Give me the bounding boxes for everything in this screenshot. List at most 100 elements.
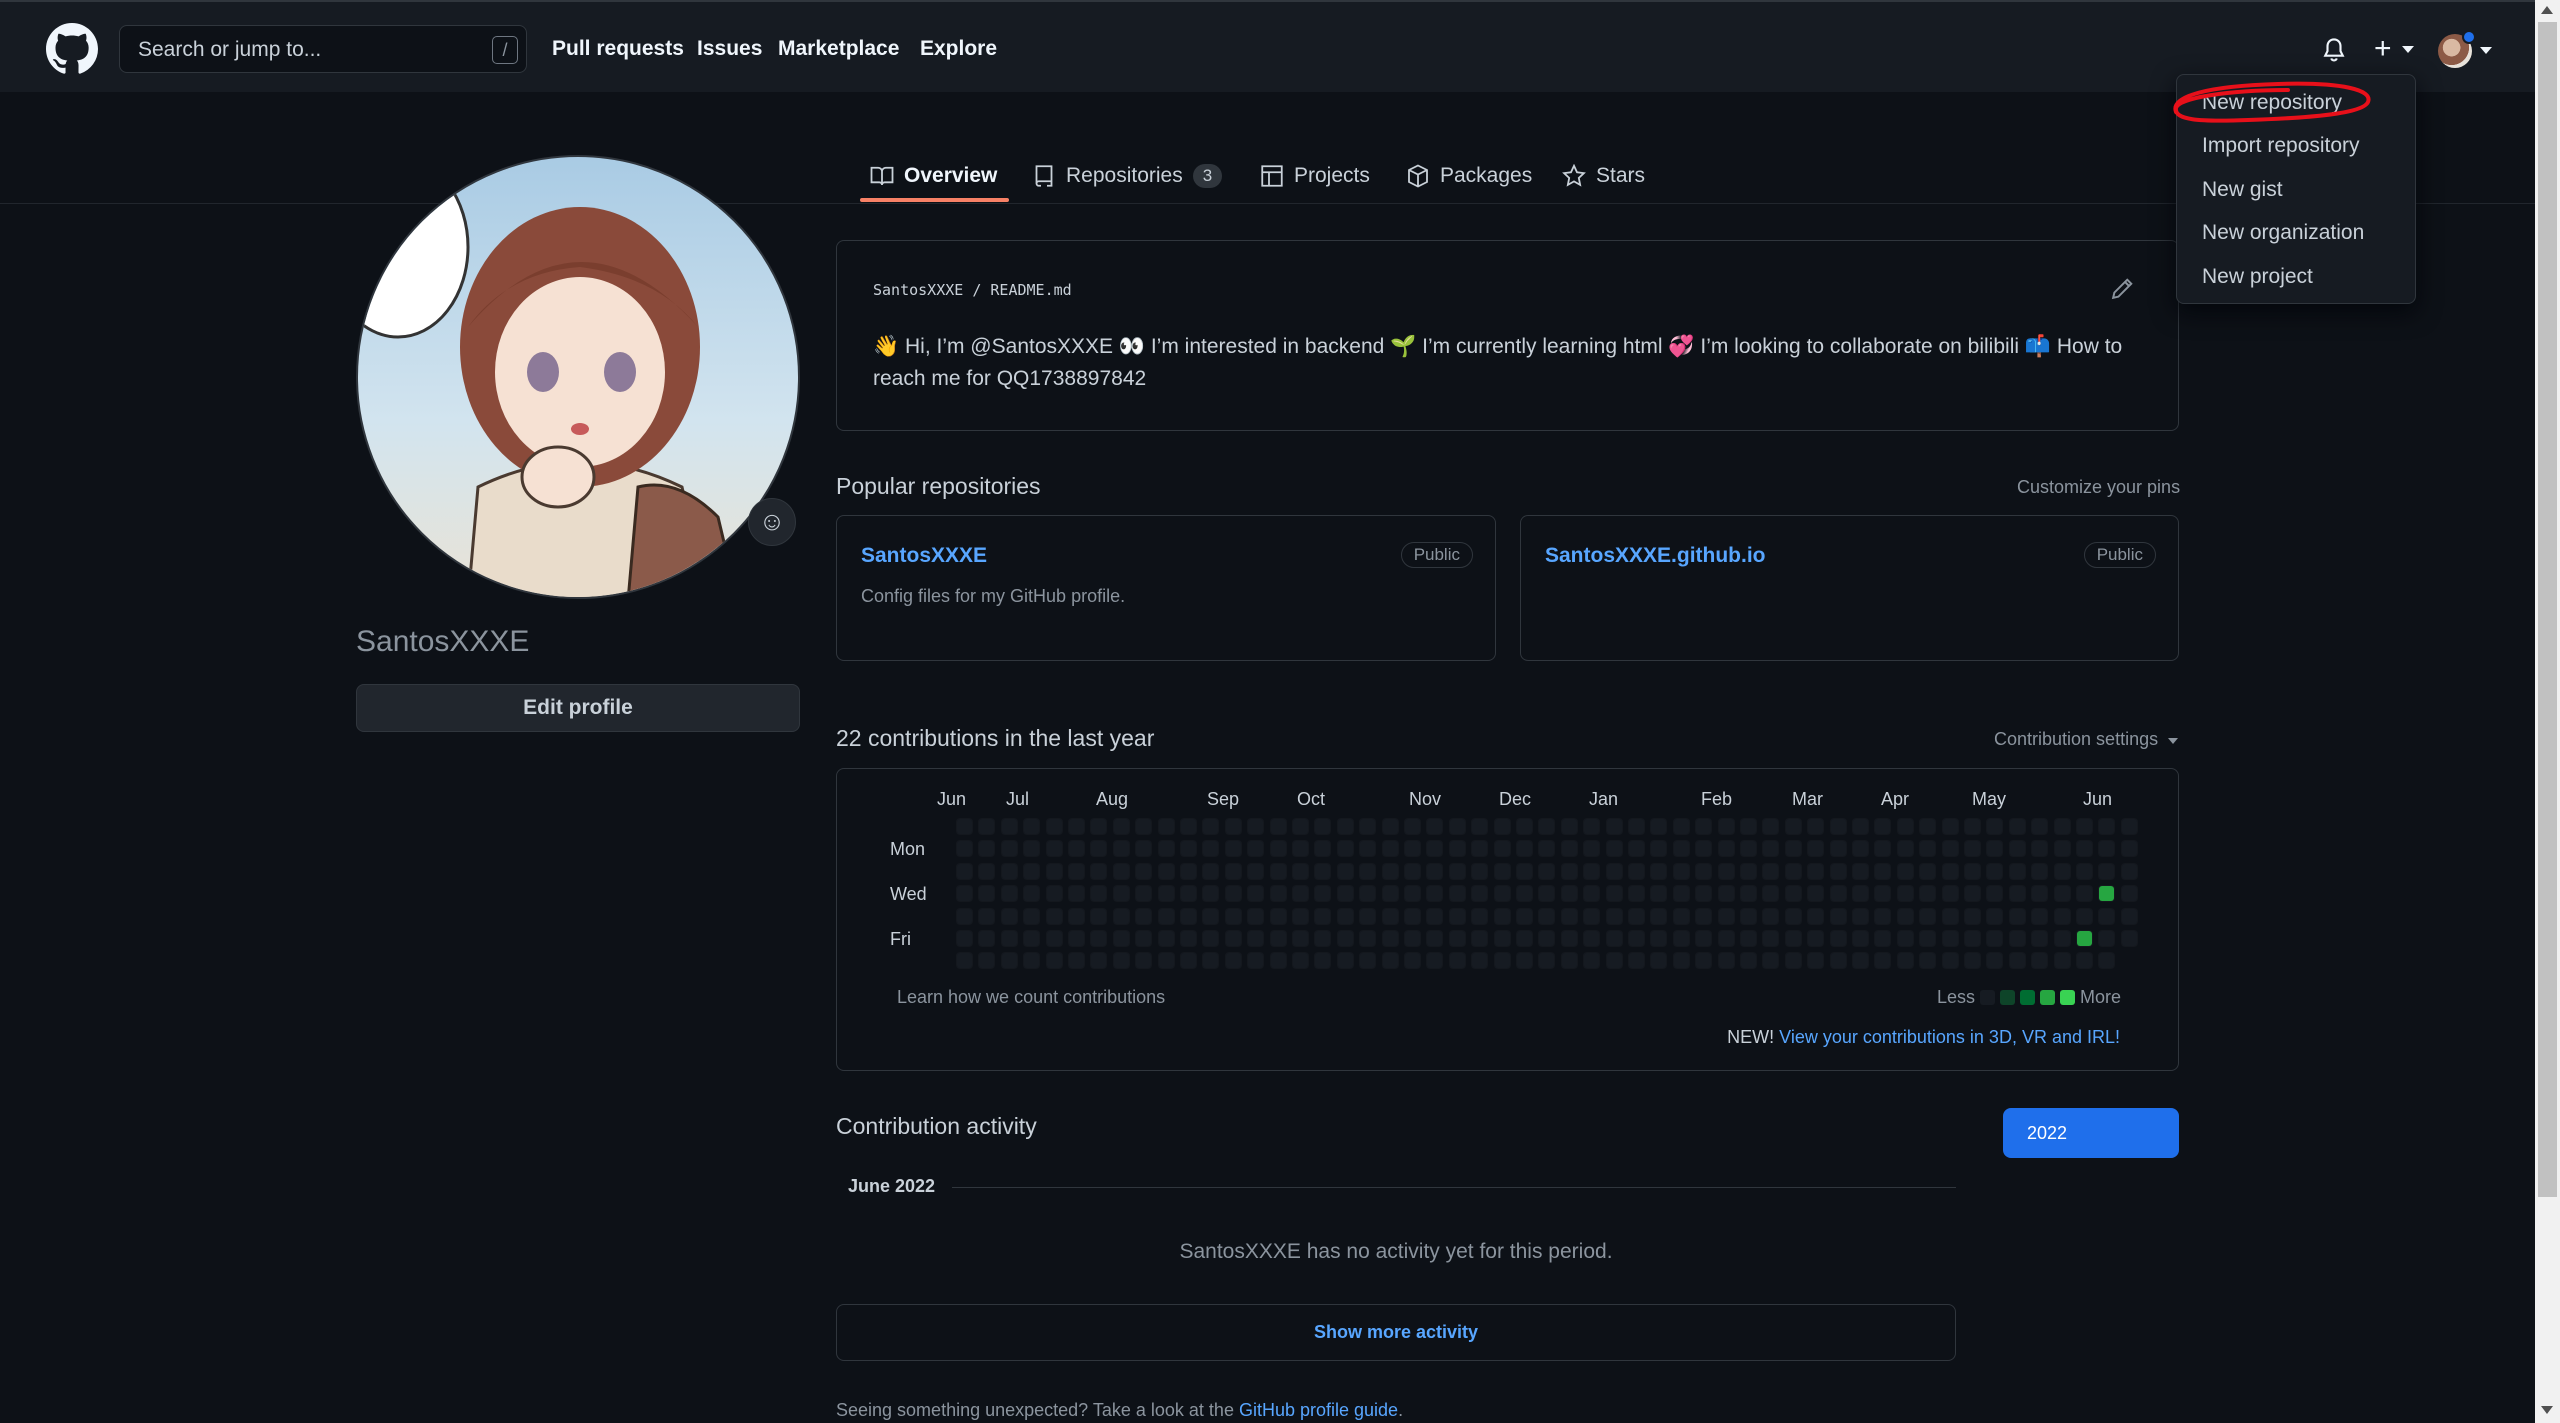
contribution-day-cell[interactable]	[1920, 953, 1936, 969]
contribution-day-cell[interactable]	[1494, 953, 1510, 969]
contribution-day-cell[interactable]	[2032, 886, 2048, 902]
contribution-day-cell[interactable]	[1293, 953, 1308, 969]
contribution-day-cell[interactable]	[1808, 953, 1824, 969]
contribution-day-cell[interactable]	[1069, 908, 1084, 924]
contribution-day-cell[interactable]	[1472, 908, 1488, 924]
contribution-day-cell[interactable]	[1965, 863, 1980, 879]
contribution-day-cell[interactable]	[1024, 819, 1040, 834]
contribution-day-cell[interactable]	[1248, 953, 1264, 969]
contribution-day-cell[interactable]	[1046, 908, 1062, 924]
contribution-day-cell[interactable]	[1517, 886, 1532, 902]
contribution-day-cell[interactable]	[1606, 931, 1622, 946]
contribution-day-cell[interactable]	[1584, 931, 1600, 946]
contribution-day-cell[interactable]	[1427, 841, 1443, 857]
contribution-day-cell[interactable]	[1785, 819, 1801, 834]
contribution-day-cell[interactable]	[1293, 886, 1308, 902]
contribution-day-cell[interactable]	[957, 886, 972, 902]
contribution-day-cell[interactable]	[1293, 863, 1308, 879]
contribution-day-cell[interactable]	[1808, 931, 1824, 946]
contribution-day-cell[interactable]	[1427, 931, 1443, 946]
contribution-day-cell[interactable]	[1584, 908, 1600, 924]
contribution-day-cell[interactable]	[1942, 863, 1958, 879]
contribution-day-cell[interactable]	[1517, 841, 1532, 857]
contribution-day-cell[interactable]	[1405, 819, 1420, 834]
contribution-day-cell[interactable]	[1315, 819, 1331, 834]
show-more-activity-button[interactable]: Show more activity	[836, 1304, 1956, 1361]
contribution-day-cell[interactable]	[2099, 863, 2115, 879]
contribution-day-cell[interactable]	[1270, 863, 1286, 879]
contribution-day-cell[interactable]	[1046, 863, 1062, 879]
contribution-day-cell[interactable]	[1517, 953, 1532, 969]
contribution-day-cell[interactable]	[1360, 841, 1376, 857]
contribution-day-cell[interactable]	[1696, 819, 1712, 834]
contribution-day-cell[interactable]	[1158, 819, 1174, 834]
contribution-day-cell[interactable]	[1158, 841, 1174, 857]
contribution-day-cell[interactable]	[1091, 886, 1107, 902]
contribution-day-cell[interactable]	[957, 931, 972, 946]
contribution-day-cell[interactable]	[1718, 841, 1734, 857]
contribution-day-cell[interactable]	[1651, 863, 1667, 879]
contribution-day-cell[interactable]	[2077, 819, 2092, 834]
contribution-day-cell[interactable]	[2009, 908, 2025, 924]
contribution-day-cell[interactable]	[1651, 819, 1667, 834]
contribution-day-cell[interactable]	[1987, 953, 2003, 969]
contribution-day-cell[interactable]	[1001, 819, 1017, 834]
nav-pull-requests[interactable]: Pull requests	[552, 37, 684, 61]
contribution-day-cell[interactable]	[1808, 819, 1824, 834]
contribution-day-cell[interactable]	[1741, 863, 1756, 879]
contribution-day-cell[interactable]	[1987, 841, 2003, 857]
contribution-day-cell[interactable]	[1405, 886, 1420, 902]
contribution-day-cell[interactable]	[1584, 841, 1600, 857]
contribution-day-cell[interactable]	[1830, 863, 1846, 879]
contribution-day-cell[interactable]	[1248, 819, 1264, 834]
contribution-day-cell[interactable]	[957, 863, 972, 879]
contribution-day-cell[interactable]	[1091, 931, 1107, 946]
contribution-day-cell[interactable]	[1718, 908, 1734, 924]
contribution-day-cell[interactable]	[1136, 819, 1152, 834]
contribution-day-cell[interactable]	[1673, 908, 1689, 924]
contribution-day-cell[interactable]	[957, 953, 972, 969]
contribution-day-cell[interactable]	[1965, 908, 1980, 924]
contribution-day-cell[interactable]	[1606, 886, 1622, 902]
contribution-day-cell[interactable]	[1427, 908, 1443, 924]
contribution-day-cell[interactable]	[1494, 841, 1510, 857]
contribution-day-cell[interactable]	[1113, 819, 1129, 834]
contribution-day-cell[interactable]	[1181, 953, 1196, 969]
contribution-day-cell[interactable]	[1024, 908, 1040, 924]
contribution-settings-dropdown[interactable]: Contribution settings	[1994, 729, 2158, 750]
contribution-day-cell[interactable]	[979, 863, 995, 879]
contribution-day-cell[interactable]	[1584, 819, 1600, 834]
contribution-day-cell[interactable]	[1136, 931, 1152, 946]
contribution-day-cell[interactable]	[1001, 886, 1017, 902]
contribution-day-cell[interactable]	[1472, 953, 1488, 969]
menu-item-import-repository[interactable]: Import repository	[2202, 134, 2360, 158]
contribution-day-cell[interactable]	[1494, 908, 1510, 924]
contribution-day-cell[interactable]	[1203, 819, 1219, 834]
contribution-day-cell[interactable]	[1472, 886, 1488, 902]
contribution-day-cell[interactable]	[1136, 886, 1152, 902]
caret-down-icon[interactable]	[2480, 47, 2492, 54]
contribution-day-cell[interactable]	[1987, 819, 2003, 834]
contribution-day-cell[interactable]	[1785, 931, 1801, 946]
contribution-day-cell[interactable]	[1181, 863, 1196, 879]
contribution-day-cell[interactable]	[1696, 908, 1712, 924]
contribution-day-cell[interactable]	[1561, 819, 1577, 834]
contribution-day-cell[interactable]	[2099, 886, 2115, 902]
contribution-day-cell[interactable]	[979, 953, 995, 969]
contribution-day-cell[interactable]	[1673, 931, 1689, 946]
contribution-day-cell[interactable]	[1853, 819, 1868, 834]
contribution-day-cell[interactable]	[1830, 819, 1846, 834]
contribution-day-cell[interactable]	[1001, 931, 1017, 946]
contribution-day-cell[interactable]	[2077, 886, 2092, 902]
contribution-day-cell[interactable]	[1785, 886, 1801, 902]
contribution-day-cell[interactable]	[1382, 908, 1398, 924]
contribution-day-cell[interactable]	[1718, 931, 1734, 946]
caret-down-icon[interactable]	[2168, 738, 2178, 744]
contribution-day-cell[interactable]	[1494, 819, 1510, 834]
contribution-day-cell[interactable]	[1405, 953, 1420, 969]
contribution-day-cell[interactable]	[1763, 953, 1779, 969]
contribution-day-cell[interactable]	[1763, 841, 1779, 857]
contribution-day-cell[interactable]	[1965, 819, 1980, 834]
contribution-day-cell[interactable]	[1405, 863, 1420, 879]
tab-overview[interactable]: Overview	[870, 150, 997, 202]
